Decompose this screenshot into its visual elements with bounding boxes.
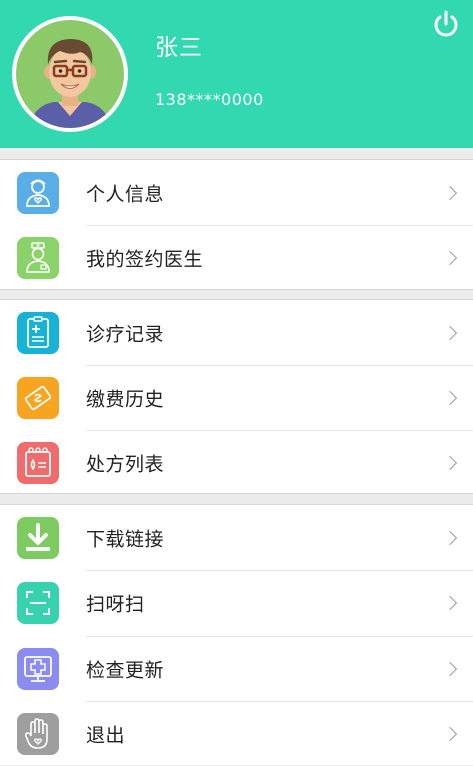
update-monitor-icon bbox=[17, 647, 59, 690]
avatar[interactable] bbox=[12, 16, 128, 132]
chevron-right-icon bbox=[442, 390, 458, 405]
hand-exit-icon bbox=[17, 712, 59, 755]
menu-item-logout[interactable]: 退出 bbox=[0, 701, 473, 766]
profile-header: 张三 138****0000 bbox=[0, 0, 473, 148]
menu-section-system: 下载链接 扫呀扫 检查更新 退出 bbox=[0, 504, 473, 765]
power-icon[interactable] bbox=[430, 8, 462, 40]
chevron-right-icon bbox=[442, 661, 458, 676]
chevron-right-icon bbox=[442, 530, 458, 545]
menu-item-label: 诊疗记录 bbox=[86, 323, 165, 345]
payment-icon bbox=[17, 376, 59, 419]
menu-section-personal: 个人信息 我的签约医生 bbox=[0, 159, 473, 290]
menu-item-check-update[interactable]: 检查更新 bbox=[0, 636, 473, 701]
avatar-image bbox=[16, 20, 124, 128]
chevron-right-icon bbox=[442, 726, 458, 741]
menu-item-label: 检查更新 bbox=[86, 659, 165, 681]
medical-record-icon bbox=[17, 311, 59, 354]
menu-item-medical-records[interactable]: 诊疗记录 bbox=[0, 300, 473, 365]
chevron-right-icon bbox=[442, 185, 458, 200]
menu-item-scan[interactable]: 扫呀扫 bbox=[0, 570, 473, 636]
chevron-right-icon bbox=[442, 595, 458, 611]
menu-item-label: 下载链接 bbox=[86, 528, 165, 550]
menu-item-label: 缴费历史 bbox=[86, 388, 165, 410]
menu-item-prescriptions[interactable]: 处方列表 bbox=[0, 430, 473, 495]
menu-item-label: 处方列表 bbox=[86, 453, 165, 475]
menu-item-personal-info[interactable]: 个人信息 bbox=[0, 160, 473, 225]
user-phone: 138****0000 bbox=[155, 90, 264, 109]
doctor-person-icon bbox=[17, 171, 59, 214]
nurse-doctor-icon bbox=[17, 236, 59, 279]
male-avatar-icon bbox=[30, 39, 110, 128]
menu-item-payment-history[interactable]: 缴费历史 bbox=[0, 365, 473, 430]
scan-icon bbox=[17, 582, 59, 624]
user-name: 张三 bbox=[155, 35, 203, 61]
menu-item-label: 退出 bbox=[86, 724, 126, 746]
chevron-right-icon bbox=[442, 250, 458, 265]
menu-item-download-link[interactable]: 下载链接 bbox=[0, 505, 473, 570]
menu-item-label: 扫呀扫 bbox=[86, 593, 145, 616]
menu-item-label: 个人信息 bbox=[86, 183, 165, 205]
chevron-right-icon bbox=[442, 325, 458, 340]
prescription-icon bbox=[17, 441, 59, 484]
menu-section-medical: 诊疗记录 缴费历史 处方列表 bbox=[0, 299, 473, 494]
download-icon bbox=[17, 516, 59, 559]
menu-item-label: 我的签约医生 bbox=[86, 248, 204, 270]
menu-item-signed-doctor[interactable]: 我的签约医生 bbox=[0, 225, 473, 290]
chevron-right-icon bbox=[442, 455, 458, 470]
